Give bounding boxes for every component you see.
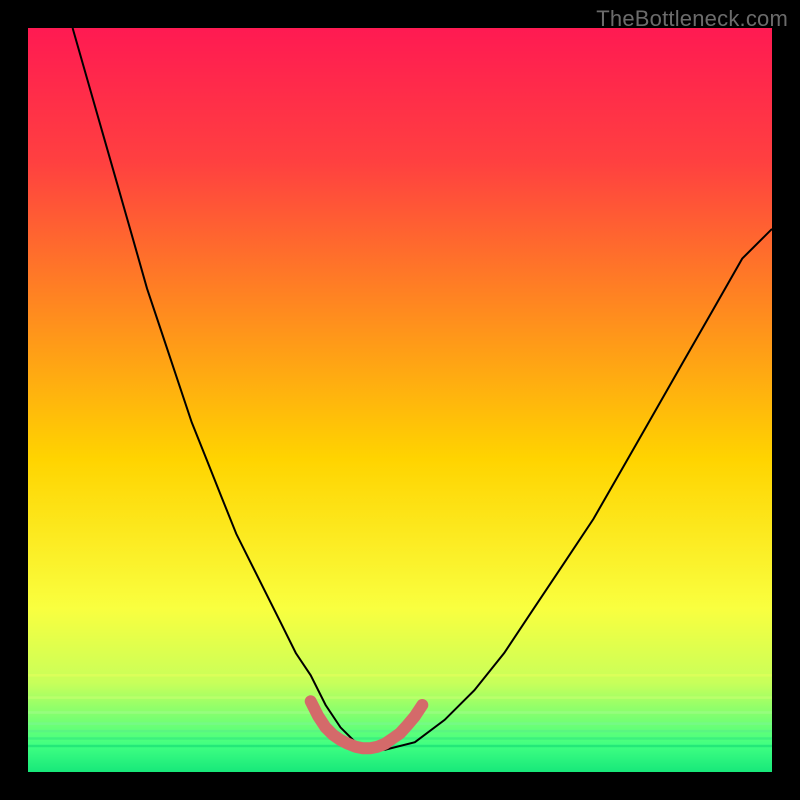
chart-frame: TheBottleneck.com	[0, 0, 800, 800]
bottleneck-chart	[28, 28, 772, 772]
